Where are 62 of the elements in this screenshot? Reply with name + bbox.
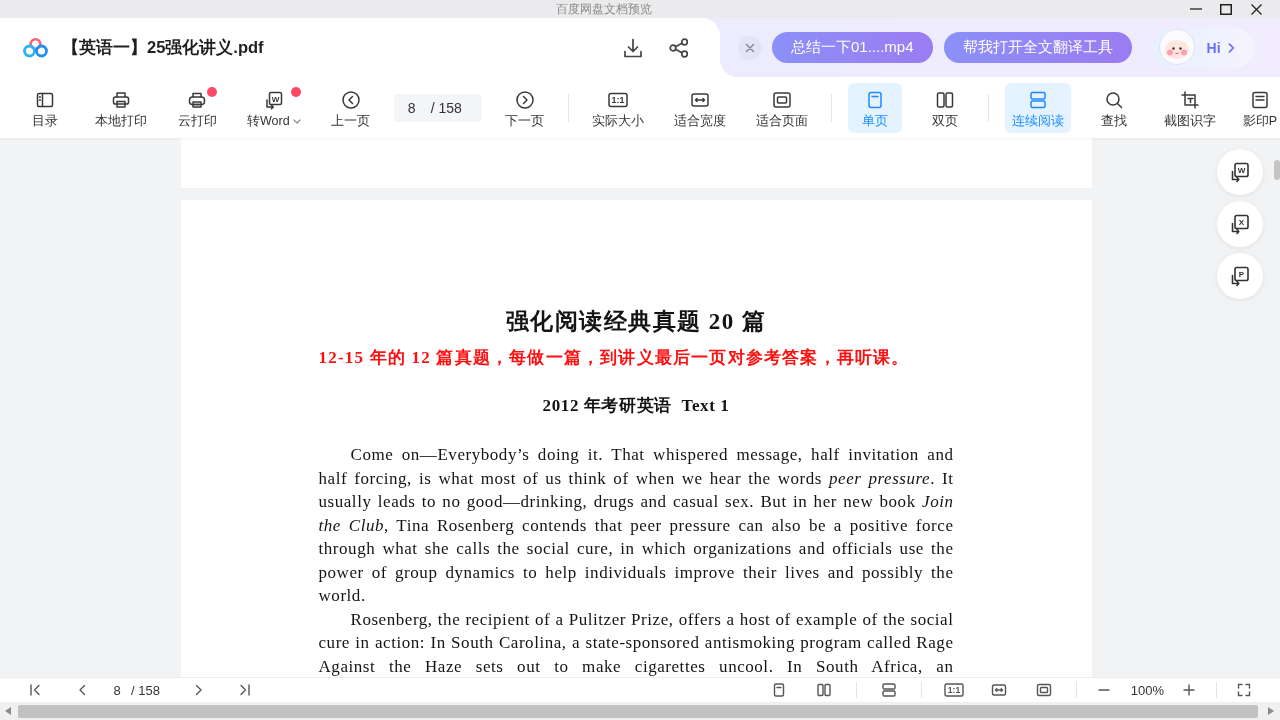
actual-size-icon: 1:1	[607, 90, 628, 110]
page-number-input[interactable]: 8	[105, 682, 129, 698]
chevron-right-icon	[1227, 42, 1235, 53]
double-page-button[interactable]: 双页	[917, 82, 972, 133]
fullscreen-icon	[1236, 682, 1252, 698]
minimize-icon	[1190, 8, 1202, 10]
right-arrow-icon[interactable]	[1268, 707, 1274, 715]
right-arrow-circle-icon	[514, 90, 535, 110]
page-number-input[interactable]: 8	[393, 93, 430, 122]
scrollbar-thumb[interactable]	[18, 704, 1258, 718]
fit-page-icon	[771, 90, 792, 110]
left-arrow-icon[interactable]	[5, 707, 11, 715]
actual-size-button[interactable]: 1:1	[943, 680, 964, 700]
printer-icon	[187, 90, 207, 110]
document-icon	[1249, 90, 1270, 110]
instruction-note: 12-15 年的 12 篇真题，每做一篇，到讲义最后一页对参考答案，再听课。	[318, 347, 911, 369]
contents-button[interactable]: 目录	[18, 82, 72, 133]
paragraph: Rosenberg, the recipient of a Pulitzer Prize, offers a host of example of the social cure in action: In South Carolina, a state-sponsored antismoking program called Rage Against the Haze sets out to make cigarettes uncool. In South Africa, an	[318, 608, 954, 677]
section-heading: 2012 年考研英语 Text 1	[541, 395, 731, 417]
download-button[interactable]	[622, 36, 644, 59]
assistant-button[interactable]: Hi	[1151, 27, 1255, 68]
plus-icon	[1183, 684, 1195, 696]
document-title: 强化阅读经典真题 20 篇	[504, 308, 768, 336]
page-total-label: / 158	[131, 682, 160, 698]
side-tool-button[interactable]: P	[1217, 253, 1263, 299]
close-icon	[1250, 3, 1262, 15]
printer-icon	[111, 90, 131, 110]
convert-button[interactable]: W 转Word	[240, 82, 308, 133]
window-title: 百度网盘文档预览	[554, 1, 653, 18]
fit-width-icon	[689, 90, 710, 110]
share-icon	[668, 36, 690, 59]
file-name: 【英语一】25强化讲义.pdf	[62, 36, 264, 58]
text-capture-button[interactable]: 截图识字	[1156, 82, 1223, 133]
print-button[interactable]: 本地打印	[88, 82, 154, 133]
search-button[interactable]: 查找	[1086, 82, 1141, 133]
actual-size-button[interactable]: 1:1 实际大小	[584, 82, 651, 133]
photocopy-button[interactable]: 影印P	[1238, 82, 1280, 133]
maximize-icon	[1220, 3, 1232, 15]
side-tool-button[interactable]: X	[1217, 201, 1263, 247]
page-total-label: / 158	[429, 93, 482, 122]
cloud-logo-icon	[22, 37, 49, 58]
dismiss-button[interactable]	[738, 35, 762, 60]
cloud-print-button[interactable]: 云打印	[170, 82, 224, 133]
fit-width-button[interactable]: 适合宽度	[666, 82, 733, 133]
share-button[interactable]	[668, 36, 690, 59]
left-arrow-circle-icon	[340, 90, 361, 110]
minus-icon	[1097, 689, 1110, 691]
double-page-icon	[934, 90, 955, 110]
search-icon	[1103, 90, 1124, 110]
download-icon	[622, 36, 644, 59]
next-page-button[interactable]: 下一页	[497, 82, 552, 133]
close-icon	[738, 35, 762, 60]
crop-icon	[1179, 90, 1200, 110]
continuous-scroll-icon	[1027, 90, 1048, 110]
paragraph: Come on—Everybody’s doing it. That whispered message, half invitation and half forcing, is what most of us think of when we hear the words peer pressure. It usually leads to no good—drinking, drugs and casual sex. But in her new book Join the Club, Tina Rosenberg contends that peer pressure can also be a positive force through what she calls the social cure, in which organizations and officials use the power of group dynamics to help individuals improve their lives and possibly the world.	[318, 444, 954, 607]
zoom-level: 100%	[1130, 682, 1164, 698]
scrollbar-thumb[interactable]	[1274, 160, 1280, 180]
previous-page-button[interactable]: 上一页	[323, 82, 378, 133]
first-page-icon	[27, 682, 43, 698]
contents-icon	[35, 90, 55, 110]
side-tool-button[interactable]: W	[1217, 149, 1263, 195]
fit-page-button[interactable]: 适合页面	[748, 82, 815, 133]
